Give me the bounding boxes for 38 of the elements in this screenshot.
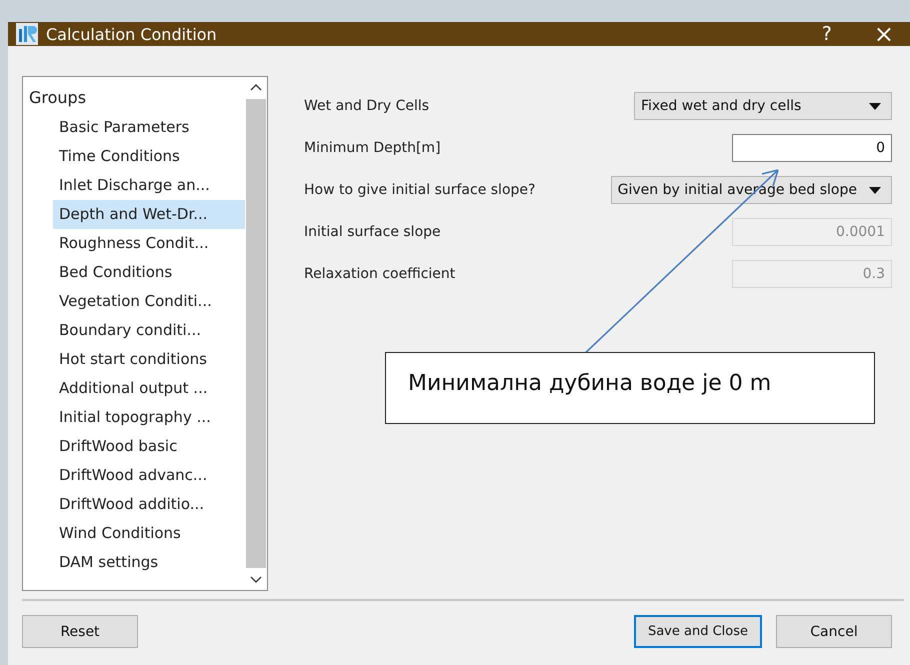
tree-item[interactable]: Boundary conditi...	[53, 316, 245, 345]
app-logo-icon	[16, 23, 38, 45]
tree-item[interactable]: DriftWood advanc...	[53, 461, 245, 490]
help-button[interactable]: ?	[808, 23, 846, 45]
dropdown-value: Fixed wet and dry cells	[641, 98, 802, 114]
field-label: Initial surface slope	[304, 224, 441, 240]
dropdown[interactable]: Fixed wet and dry cells	[634, 92, 892, 120]
save-and-close-button[interactable]: Save and Close	[634, 615, 762, 648]
tree-item[interactable]: Bed Conditions	[53, 258, 245, 287]
tree-item[interactable]: Additional output ...	[53, 374, 245, 403]
tree-header[interactable]: Groups	[29, 83, 245, 113]
tree-item[interactable]: Basic Parameters	[53, 113, 245, 142]
cancel-button[interactable]: Cancel	[776, 615, 892, 648]
scroll-down-icon[interactable]	[250, 576, 262, 584]
field-label: How to give initial surface slope?	[304, 182, 536, 198]
tree-item[interactable]: Time Conditions	[53, 142, 245, 171]
dropdown-caret-icon	[869, 102, 881, 110]
tree-item[interactable]: Wind Conditions	[53, 519, 245, 548]
tree-item[interactable]: DriftWood basic	[53, 432, 245, 461]
close-button[interactable]: ×	[854, 20, 898, 48]
tree-item[interactable]: Depth and Wet-Dr...	[53, 200, 245, 229]
tree-item[interactable]: DAM settings	[53, 548, 245, 577]
tree-item[interactable]: Initial topography ...	[53, 403, 245, 432]
scrollbar-thumb[interactable]	[246, 99, 266, 568]
tree-item[interactable]: Vegetation Conditi...	[53, 287, 245, 316]
tree-item[interactable]: Inlet Discharge an...	[53, 171, 245, 200]
scroll-up-icon[interactable]	[250, 83, 262, 91]
field-label: Relaxation coefficient	[304, 266, 456, 282]
tree-item[interactable]: Hot start conditions	[53, 345, 245, 374]
callout-text: Минимална дубина воде је 0 m	[385, 352, 875, 424]
field-label: Minimum Depth[m]	[304, 140, 441, 156]
tree-item[interactable]: DriftWood additio...	[53, 490, 245, 519]
input-field[interactable]: 0	[732, 134, 892, 162]
window-title: Calculation Condition	[46, 24, 217, 44]
field-label: Wet and Dry Cells	[304, 98, 430, 114]
dropdown-caret-icon	[869, 186, 881, 194]
tree-item[interactable]: Roughness Condit...	[53, 229, 245, 258]
reset-button[interactable]: Reset	[22, 615, 138, 648]
